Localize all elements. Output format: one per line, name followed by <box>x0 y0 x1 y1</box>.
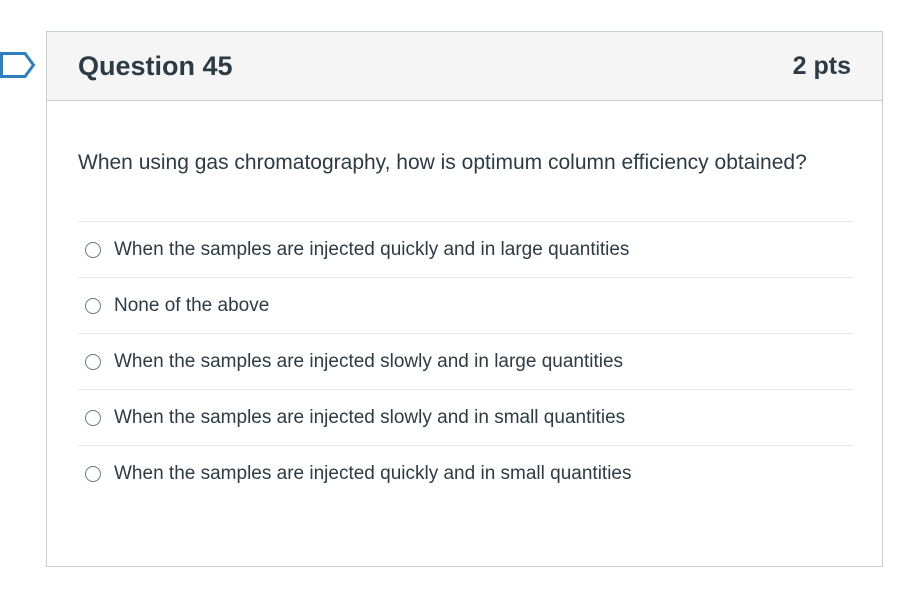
answer-option[interactable]: None of the above <box>78 278 853 334</box>
answer-option[interactable]: When the samples are injected quickly an… <box>78 446 853 502</box>
flag-question-icon[interactable] <box>0 52 36 78</box>
quiz-page: Question 45 2 pts When using gas chromat… <box>0 0 919 600</box>
radio-button-icon[interactable] <box>85 466 101 482</box>
radio-button-icon[interactable] <box>85 241 101 258</box>
radio-button-icon[interactable] <box>85 409 101 426</box>
question-points: 2 pts <box>792 51 851 80</box>
question-card: Question 45 2 pts When using gas chromat… <box>46 31 883 567</box>
answer-label: When the samples are injected quickly an… <box>114 238 630 260</box>
question-title: Question 45 <box>78 50 233 81</box>
answer-label: When the samples are injected slowly and… <box>114 406 626 428</box>
radio-button-icon[interactable] <box>85 297 101 314</box>
answer-label: When the samples are injected quickly an… <box>114 463 632 484</box>
answer-option[interactable]: When the samples are injected quickly an… <box>78 222 853 278</box>
radio-button-icon[interactable] <box>85 353 101 370</box>
question-body: When using gas chromatography, how is op… <box>47 101 882 502</box>
answer-label: None of the above <box>114 294 270 316</box>
question-header: Question 45 2 pts <box>47 32 882 101</box>
answer-list: When the samples are injected quickly an… <box>78 221 853 502</box>
answer-option[interactable]: When the samples are injected slowly and… <box>78 334 853 390</box>
answer-option[interactable]: When the samples are injected slowly and… <box>78 390 853 446</box>
answer-label: When the samples are injected slowly and… <box>114 350 624 372</box>
question-text: When using gas chromatography, how is op… <box>78 151 807 174</box>
